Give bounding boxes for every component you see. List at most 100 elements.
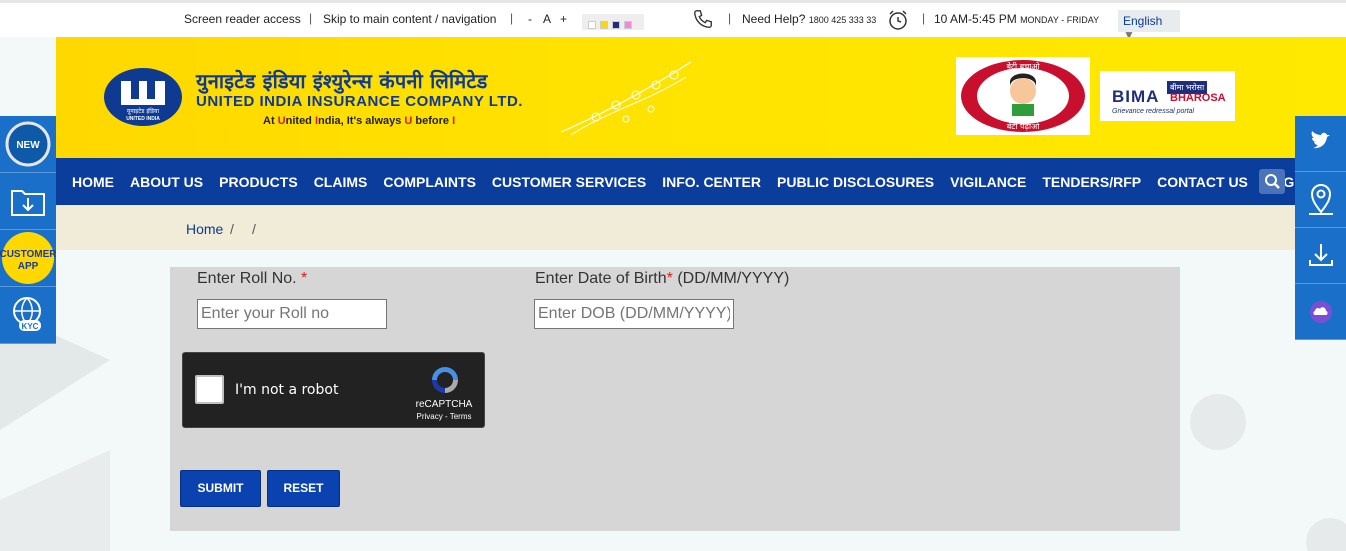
- kyc-tab[interactable]: KYC: [0, 287, 56, 344]
- dob-label-text: Enter Date of Birth: [535, 270, 667, 287]
- new-badge-text: NEW: [16, 140, 40, 151]
- beti-bachao-logo[interactable]: बेटी बचाओ बेटी पढ़ाओ: [956, 57, 1090, 135]
- required-mark: *: [666, 270, 673, 287]
- nav-claims[interactable]: CLAIMS: [314, 174, 368, 190]
- beti-bottom-text: बेटी पढ़ाओ: [1007, 121, 1040, 131]
- logo-hindi-text: यूनाइटेड इंडिया: [127, 107, 160, 115]
- nav-products[interactable]: PRODUCTS: [219, 174, 298, 190]
- font-increase-button[interactable]: +: [560, 12, 567, 26]
- breadcrumb-separator: /: [252, 221, 256, 237]
- roll-no-label-text: Enter Roll No.: [197, 270, 297, 287]
- location-pin-icon: [1309, 183, 1333, 215]
- tagline-part: ndia, It's always: [318, 115, 405, 127]
- recaptcha-checkbox[interactable]: [195, 375, 224, 404]
- dob-format-text: (DD/MM/YYYY): [677, 270, 790, 287]
- nav-tenders[interactable]: TENDERS/RFP: [1042, 174, 1141, 190]
- left-quick-links: NEW CUSTOMER APP KYC: [0, 116, 57, 344]
- help-label: Need Help? 1800 425 333 33: [742, 12, 876, 26]
- tagline-part: U: [277, 115, 286, 127]
- separator: |: [728, 11, 732, 25]
- cloud-upload-icon: [1310, 301, 1332, 323]
- recaptcha-logo-icon: [432, 367, 458, 393]
- dob-label: Enter Date of Birth* (DD/MM/YYYY): [535, 270, 789, 288]
- help-phone[interactable]: 1800 425 333 33: [809, 15, 877, 25]
- language-select[interactable]: English ▼: [1118, 10, 1180, 42]
- nav-customer-services[interactable]: CUSTOMER SERVICES: [492, 174, 646, 190]
- dob-input[interactable]: [534, 299, 734, 329]
- cloud-upload-tab[interactable]: [1295, 284, 1346, 340]
- download-tab[interactable]: [1295, 228, 1346, 284]
- theme-blue-swatch[interactable]: [612, 20, 620, 29]
- tagline-part: I: [452, 115, 456, 127]
- search-icon: [1265, 174, 1280, 189]
- utility-bar: Screen reader access | Skip to main cont…: [0, 0, 1346, 42]
- twitter-icon: [1311, 131, 1330, 149]
- nav-complaints[interactable]: COMPLAINTS: [383, 174, 476, 190]
- submit-button[interactable]: SUBMIT: [180, 470, 261, 507]
- main-nav: HOME ABOUT US PRODUCTS CLAIMS COMPLAINTS…: [56, 158, 1308, 205]
- phone-icon: [694, 10, 712, 28]
- separator: |: [309, 11, 313, 25]
- company-name-hindi: युनाइटेड इंडिया इंश्युरेन्स कंपनी लिमिटे…: [196, 69, 488, 93]
- skip-to-content-link[interactable]: Skip to main content / navigation: [323, 12, 496, 26]
- bima-bharosa: BHAROSA: [1170, 92, 1226, 104]
- twitter-tab[interactable]: [1295, 116, 1346, 172]
- office-hours: 10 AM-5:45 PM MONDAY - FRIDAY: [934, 12, 1099, 26]
- nav-home[interactable]: HOME: [72, 174, 114, 190]
- breadcrumb: Home / /: [56, 205, 1296, 250]
- screen-reader-link[interactable]: Screen reader access: [184, 12, 301, 26]
- required-mark: *: [301, 270, 308, 287]
- search-button[interactable]: [1259, 169, 1285, 194]
- new-badge-icon: NEW: [5, 121, 51, 167]
- language-value: English: [1123, 14, 1163, 28]
- tagline-part: nited: [285, 115, 315, 127]
- nav-info-center[interactable]: INFO. CENTER: [662, 174, 761, 190]
- nav-vigilance[interactable]: VIGILANCE: [950, 174, 1026, 190]
- nav-public-disclosures[interactable]: PUBLIC DISCLOSURES: [777, 174, 934, 190]
- recaptcha-widget: I'm not a robot reCAPTCHA Privacy - Term…: [182, 352, 485, 428]
- company-name-english: UNITED INDIA INSURANCE COMPANY LTD.: [196, 93, 523, 110]
- customer-app-icon: CUSTOMER APP: [0, 232, 57, 284]
- recaptcha-privacy-terms-link[interactable]: Privacy - Terms: [409, 412, 479, 421]
- bima-bharosa-logo[interactable]: BIMA बीमा भरोसा BHAROSA Grievance redres…: [1100, 71, 1235, 121]
- bima-subtitle: Grievance redressal portal: [1112, 108, 1195, 115]
- days-text: MONDAY - FRIDAY: [1020, 15, 1100, 25]
- logo-english-text: UNITED INDIA: [126, 116, 160, 122]
- customer-app-text: APP: [18, 261, 39, 272]
- new-tab[interactable]: NEW: [0, 116, 56, 173]
- customer-app-tab[interactable]: CUSTOMER APP: [0, 230, 57, 287]
- separator: |: [510, 11, 514, 25]
- tagline-part: At: [263, 115, 278, 127]
- locate-tab[interactable]: [1295, 172, 1346, 228]
- tagline: At United India, It's always U before I: [263, 115, 455, 127]
- nav-about-us[interactable]: ABOUT US: [130, 174, 203, 190]
- tagline-part: before: [412, 115, 453, 127]
- recaptcha-brand: reCAPTCHA: [415, 399, 473, 410]
- kyc-globe-icon: KYC: [13, 297, 41, 331]
- help-text: Need Help?: [742, 12, 806, 26]
- roll-no-label: Enter Roll No. *: [197, 270, 307, 288]
- breadcrumb-home[interactable]: Home: [186, 221, 223, 237]
- decorative-swirl: [560, 61, 692, 136]
- beti-top-text: बेटी बचाओ: [1006, 61, 1040, 71]
- nav-menu: HOME ABOUT US PRODUCTS CLAIMS COMPLAINTS…: [72, 158, 1324, 205]
- color-theme-switcher: [582, 14, 644, 30]
- company-logo[interactable]: यूनाइटेड इंडिया UNITED INDIA: [103, 67, 183, 127]
- theme-pink-swatch[interactable]: [624, 20, 632, 29]
- font-decrease-button[interactable]: -: [528, 12, 532, 26]
- kyc-text: KYC: [22, 322, 39, 331]
- site-header: यूनाइटेड इंडिया UNITED INDIA युनाइटेड इं…: [56, 37, 1346, 158]
- download-folder-tab[interactable]: [0, 173, 56, 230]
- separator: |: [922, 11, 926, 25]
- bima-title: BIMA: [1112, 87, 1160, 106]
- result-lookup-form: Enter Roll No. * Enter Date of Birth* (D…: [170, 267, 1180, 531]
- download-icon: [1309, 244, 1333, 266]
- font-normal-button[interactable]: A: [543, 12, 551, 26]
- customer-app-text: CUSTOMER: [0, 249, 56, 260]
- roll-no-input[interactable]: [197, 299, 387, 329]
- clock-icon: [889, 10, 907, 30]
- theme-white-swatch[interactable]: [588, 20, 596, 29]
- nav-contact-us[interactable]: CONTACT US: [1157, 174, 1248, 190]
- theme-yellow-swatch[interactable]: [600, 20, 608, 29]
- reset-button[interactable]: RESET: [267, 470, 340, 507]
